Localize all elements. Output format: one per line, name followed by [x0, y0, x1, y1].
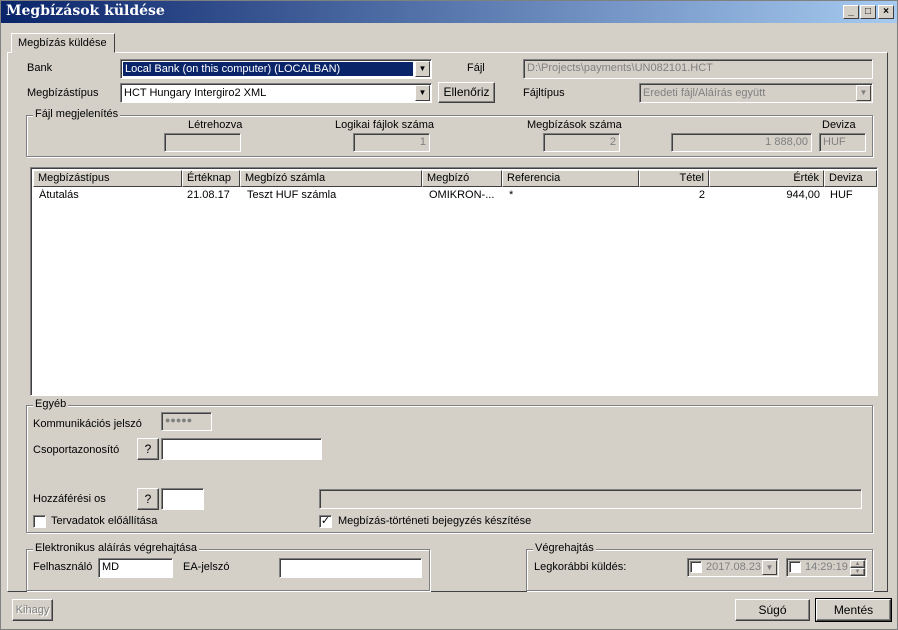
- filetype-dropdown: Eredeti fájl/Aláírás együtt ▼: [639, 83, 873, 103]
- col-header-currency[interactable]: Deviza: [824, 170, 877, 187]
- help-button[interactable]: Súgó: [735, 599, 810, 621]
- date-picker[interactable]: 2017.08.23 ▼: [687, 558, 779, 577]
- group-id-label: Csoportazonosító: [33, 444, 120, 456]
- total-amount-field: 1 888,00: [671, 133, 812, 152]
- access-help-button[interactable]: ?: [137, 488, 159, 510]
- type-label: Megbízástípus: [27, 87, 99, 99]
- chevron-down-icon[interactable]: ▼: [415, 85, 430, 101]
- filetype-value: Eredeti fájl/Aláírás együtt: [643, 87, 766, 99]
- table-row[interactable]: Átutalás 21.08.17 Teszt HUF számla OMIKR…: [33, 189, 877, 205]
- group-id-help-button[interactable]: ?: [137, 438, 159, 460]
- date-checkbox[interactable]: [690, 561, 702, 573]
- cell-reference: *: [509, 189, 514, 201]
- other-group: Egyéb: [26, 398, 873, 533]
- table-header: Megbízástípus Értéknap Megbízó számla Me…: [33, 170, 877, 188]
- main-window: Megbízások küldése _ □ × Megbízás küldés…: [0, 0, 898, 630]
- col-header-item[interactable]: Tétel: [639, 170, 709, 187]
- cell-currency: HUF: [830, 189, 853, 201]
- type-selected-value: HCT Hungary Intergiro2 XML: [124, 87, 267, 99]
- currency-label: Deviza: [822, 119, 856, 131]
- col-header-type[interactable]: Megbízástípus: [33, 170, 182, 187]
- bank-dropdown[interactable]: Local Bank (on this computer) (LOCALBAN)…: [120, 59, 432, 79]
- cell-type: Átutalás: [39, 189, 79, 201]
- chevron-down-icon[interactable]: ▼: [415, 61, 430, 77]
- file-path-field: D:\Projects\payments\UN082101.HCT: [523, 59, 873, 79]
- chevron-down-icon[interactable]: ▼: [762, 560, 777, 575]
- cell-account: Teszt HUF számla: [247, 189, 337, 201]
- created-label: Létrehozva: [188, 119, 243, 131]
- spin-up-icon[interactable]: ▲: [850, 560, 865, 568]
- logical-files-label: Logikai fájlok száma: [335, 119, 435, 131]
- currency-field: HUF: [819, 133, 866, 152]
- date-value: 2017.08.23: [706, 561, 762, 573]
- cell-value-date: 21.08.17: [187, 189, 230, 201]
- bank-selected-value: Local Bank (on this computer) (LOCALBAN): [123, 62, 413, 76]
- user-input[interactable]: MD: [98, 558, 173, 578]
- col-header-account[interactable]: Megbízó számla: [240, 170, 422, 187]
- skip-button[interactable]: Kihagy: [12, 599, 53, 621]
- check-button[interactable]: Ellenőriz: [438, 82, 495, 103]
- bank-label: Bank: [27, 62, 53, 74]
- save-button[interactable]: Mentés: [815, 598, 892, 622]
- other-caption: Egyéb: [33, 398, 69, 410]
- access-description-field: [319, 489, 862, 509]
- col-header-reference[interactable]: Referencia: [502, 170, 639, 187]
- spin-down-icon[interactable]: ▼: [850, 568, 865, 576]
- minimize-button[interactable]: _: [843, 5, 859, 19]
- plan-checkbox[interactable]: [33, 515, 46, 528]
- window-title: Megbízások küldése: [6, 3, 165, 19]
- access-input[interactable]: [161, 488, 204, 510]
- esign-password-label: EA-jelszó: [183, 561, 230, 573]
- history-label: Megbízás-történeti bejegyzés készítése: [338, 515, 532, 527]
- time-value: 14:29:19: [805, 561, 848, 573]
- orders-count-label: Megbízások száma: [527, 119, 622, 131]
- time-checkbox[interactable]: [789, 561, 801, 573]
- close-button[interactable]: ×: [878, 5, 894, 19]
- orders-count-field: 2: [543, 133, 620, 152]
- col-header-value-date[interactable]: Értéknap: [182, 170, 240, 187]
- logical-files-field: 1: [353, 133, 430, 152]
- file-label: Fájl: [467, 62, 485, 74]
- tab-send-orders[interactable]: Megbízás küldése: [11, 33, 115, 53]
- title-bar[interactable]: Megbízások küldése _ □ ×: [1, 1, 897, 23]
- maximize-button[interactable]: □: [860, 5, 876, 19]
- tab-label: Megbízás küldése: [18, 37, 107, 49]
- plan-label: Tervadatok előállítása: [51, 515, 158, 527]
- comm-password-label: Kommunikációs jelszó: [33, 418, 142, 430]
- created-field: [164, 133, 241, 152]
- esign-password-input[interactable]: [279, 558, 422, 578]
- chevron-down-icon: ▼: [856, 85, 871, 101]
- execution-caption: Végrehajtás: [533, 542, 596, 554]
- type-dropdown[interactable]: HCT Hungary Intergiro2 XML ▼: [120, 83, 432, 103]
- filetype-label: Fájltípus: [523, 87, 565, 99]
- esign-caption: Elektronikus aláírás végrehajtása: [33, 542, 200, 554]
- cell-orderer: OMIKRON-...: [429, 189, 495, 201]
- history-checkbox[interactable]: ✓: [319, 515, 332, 528]
- comm-password-field: ●●●●●: [161, 412, 212, 431]
- time-picker[interactable]: 14:29:19 ▲ ▼: [786, 558, 867, 577]
- earliest-send-label: Legkorábbi küldés:: [534, 561, 627, 573]
- user-label: Felhasználó: [33, 561, 93, 573]
- group-id-input[interactable]: [161, 438, 322, 460]
- col-header-amount[interactable]: Érték: [709, 170, 824, 187]
- cell-item: 2: [698, 189, 705, 201]
- access-label: Hozzáférési os: [33, 493, 106, 505]
- file-display-caption: Fájl megjelenítés: [33, 108, 121, 120]
- col-header-orderer[interactable]: Megbízó: [422, 170, 502, 187]
- cell-amount: 944,00: [786, 189, 820, 201]
- orders-table[interactable]: Megbízástípus Értéknap Megbízó számla Me…: [30, 167, 878, 396]
